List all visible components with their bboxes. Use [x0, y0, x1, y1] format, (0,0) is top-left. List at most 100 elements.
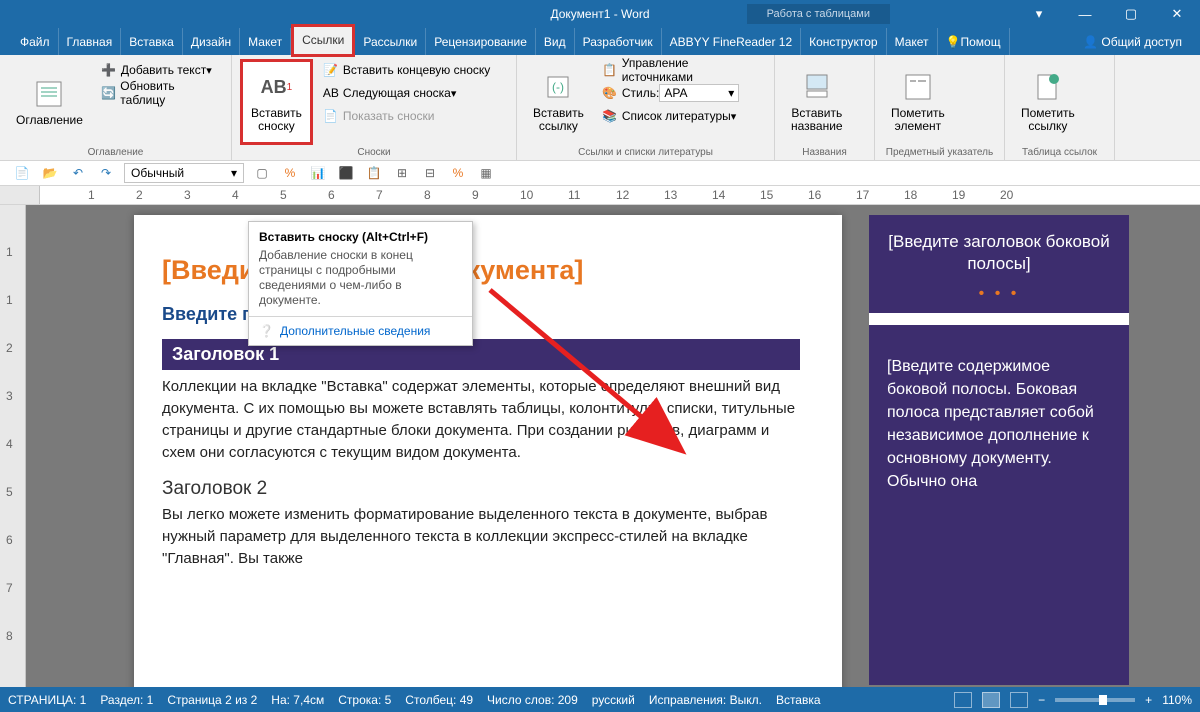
undo-button[interactable]: ↶ [68, 163, 88, 183]
status-words[interactable]: Число слов: 209 [487, 693, 578, 707]
add-text-button[interactable]: ➕Добавить текст ▾ [97, 59, 223, 81]
qat-btn4[interactable]: % [280, 163, 300, 183]
footnotes-group-label: Сноски [240, 145, 508, 158]
show-notes-label: Показать сноски [343, 109, 435, 123]
share-button[interactable]: 👤 Общий доступ [1073, 31, 1192, 53]
menu-file[interactable]: Файл [12, 28, 59, 55]
view-web-button[interactable] [1010, 692, 1028, 708]
toc-icon [33, 78, 65, 110]
insert-endnote-button[interactable]: 📝Вставить концевую сноску [319, 59, 494, 81]
status-page[interactable]: СТРАНИЦА: 1 [8, 693, 86, 707]
manage-sources-button[interactable]: 📋Управление источниками [598, 59, 766, 81]
horizontal-ruler[interactable]: 1234567891011121314151617181920 [0, 186, 1200, 205]
status-pages[interactable]: Страница 2 из 2 [167, 693, 257, 707]
window-title: Документ1 - Word [550, 7, 649, 21]
qat-btn6[interactable]: ⬛ [336, 163, 356, 183]
sidebar-body[interactable]: [Введите содержимое боковой полосы. Боко… [887, 355, 1111, 493]
view-print-button[interactable] [982, 692, 1000, 708]
status-col[interactable]: Столбец: 49 [405, 693, 473, 707]
insert-footnote-label: Вставить сноску [251, 107, 302, 133]
menu-view[interactable]: Вид [536, 28, 575, 55]
menu-bar: Файл Главная Вставка Дизайн Макет Ссылки… [0, 28, 1200, 55]
show-notes-button[interactable]: 📄 Показать сноски [319, 105, 494, 127]
menu-abbyy[interactable]: ABBYY FineReader 12 [662, 28, 802, 55]
update-toc-button[interactable]: 🔄Обновить таблицу [97, 82, 223, 104]
menu-design[interactable]: Дизайн [183, 28, 240, 55]
sidebar-column[interactable]: [Введите заголовок боковой полосы] • • •… [869, 215, 1129, 685]
minimize-icon[interactable]: — [1062, 0, 1108, 28]
insert-caption-button[interactable]: Вставить название [783, 59, 851, 145]
view-read-button[interactable] [954, 692, 972, 708]
qat-btn8[interactable]: ⊞ [392, 163, 412, 183]
qat-btn11[interactable]: ▦ [476, 163, 496, 183]
status-section[interactable]: Раздел: 1 [100, 693, 153, 707]
qat-btn3[interactable]: ▢ [252, 163, 272, 183]
qat-btn9[interactable]: ⊟ [420, 163, 440, 183]
mark-citation-label: Пометить ссылку [1021, 107, 1075, 133]
ribbon-options-icon[interactable]: ▾ [1016, 0, 1062, 28]
toc-button[interactable]: Оглавление [8, 59, 91, 145]
menu-developer[interactable]: Разработчик [575, 28, 662, 55]
help-icon: ❔ [259, 324, 274, 338]
qat-btn5[interactable]: 📊 [308, 163, 328, 183]
redo-button[interactable]: ↷ [96, 163, 116, 183]
qat-btn7[interactable]: 📋 [364, 163, 384, 183]
citation-style-select[interactable]: 🎨Стиль: APA▾ [598, 82, 766, 104]
qat-btn1[interactable]: 📄 [12, 163, 32, 183]
vertical-ruler[interactable]: 112345678 [0, 205, 26, 687]
close-icon[interactable]: ✕ [1154, 0, 1200, 28]
menu-references[interactable]: Ссылки [291, 24, 355, 57]
menu-layout2[interactable]: Макет [887, 28, 938, 55]
mark-entry-button[interactable]: Пометить элемент [883, 59, 953, 145]
update-toc-label: Обновить таблицу [120, 79, 219, 107]
sidebar-title[interactable]: [Введите заголовок боковой полосы] [887, 231, 1111, 275]
zoom-out-button[interactable]: − [1038, 693, 1045, 707]
status-pos[interactable]: На: 7,4см [271, 693, 324, 707]
mark-citation-button[interactable]: Пометить ссылку [1013, 59, 1083, 145]
mark-entry-icon [902, 71, 934, 103]
title-bar: Документ1 - Word Работа с таблицами ▾ — … [0, 0, 1200, 28]
add-text-label: Добавить текст [121, 63, 206, 77]
next-footnote-button[interactable]: ABСледующая сноска ▾ [319, 82, 494, 104]
tooltip-more-link[interactable]: ❔ Дополнительные сведения [249, 316, 472, 345]
paragraph-2[interactable]: Вы легко можете изменить форматирование … [162, 504, 800, 570]
status-lang[interactable]: русский [592, 693, 635, 707]
chevron-down-icon: ▾ [728, 86, 734, 100]
zoom-in-button[interactable]: + [1145, 693, 1152, 707]
heading-2[interactable]: Заголовок 2 [162, 478, 800, 500]
paragraph-1[interactable]: Коллекции на вкладке "Вставка" содержат … [162, 376, 800, 464]
style-value: APA [664, 86, 687, 100]
style-current: Обычный [131, 166, 184, 180]
zoom-level[interactable]: 110% [1162, 693, 1192, 707]
svg-text:(-): (-) [552, 80, 564, 94]
insert-footnote-button[interactable]: AB1 Вставить сноску [240, 59, 313, 145]
maximize-icon[interactable]: ▢ [1108, 0, 1154, 28]
update-icon: 🔄 [101, 85, 116, 101]
sidebar-separator [869, 313, 1129, 325]
manage-sources-label: Управление источниками [622, 56, 762, 84]
menu-layout[interactable]: Макет [240, 28, 291, 55]
insert-citation-button[interactable]: (-) Вставить ссылку [525, 59, 592, 145]
status-mode[interactable]: Вставка [776, 693, 821, 707]
bibliography-button[interactable]: 📚Список литературы ▾ [598, 105, 766, 127]
menu-review[interactable]: Рецензирование [426, 28, 536, 55]
menu-home[interactable]: Главная [59, 28, 122, 55]
show-notes-icon: 📄 [323, 108, 339, 124]
zoom-slider[interactable] [1055, 698, 1135, 702]
tooltip-more-label: Дополнительные сведения [280, 324, 430, 338]
style-dropdown[interactable]: Обычный▾ [124, 163, 244, 183]
menu-insert[interactable]: Вставка [121, 28, 183, 55]
share-label: Общий доступ [1101, 35, 1182, 49]
document-page[interactable]: [Введите заголовок документа] Введите по… [134, 215, 842, 687]
qat-btn10[interactable]: % [448, 163, 468, 183]
menu-mailings[interactable]: Рассылки [355, 28, 426, 55]
footnote-icon: AB1 [260, 71, 292, 103]
status-line[interactable]: Строка: 5 [338, 693, 391, 707]
qat-btn2[interactable]: 📂 [40, 163, 60, 183]
page-area[interactable]: [Введите заголовок документа] Введите по… [26, 205, 1200, 687]
caption-label: Вставить название [791, 107, 843, 133]
tooltip-body: Добавление сноски в конец страницы с под… [249, 248, 472, 316]
status-track[interactable]: Исправления: Выкл. [649, 693, 762, 707]
menu-help[interactable]: 💡 Помощ [938, 28, 1010, 55]
menu-constructor[interactable]: Конструктор [801, 28, 886, 55]
